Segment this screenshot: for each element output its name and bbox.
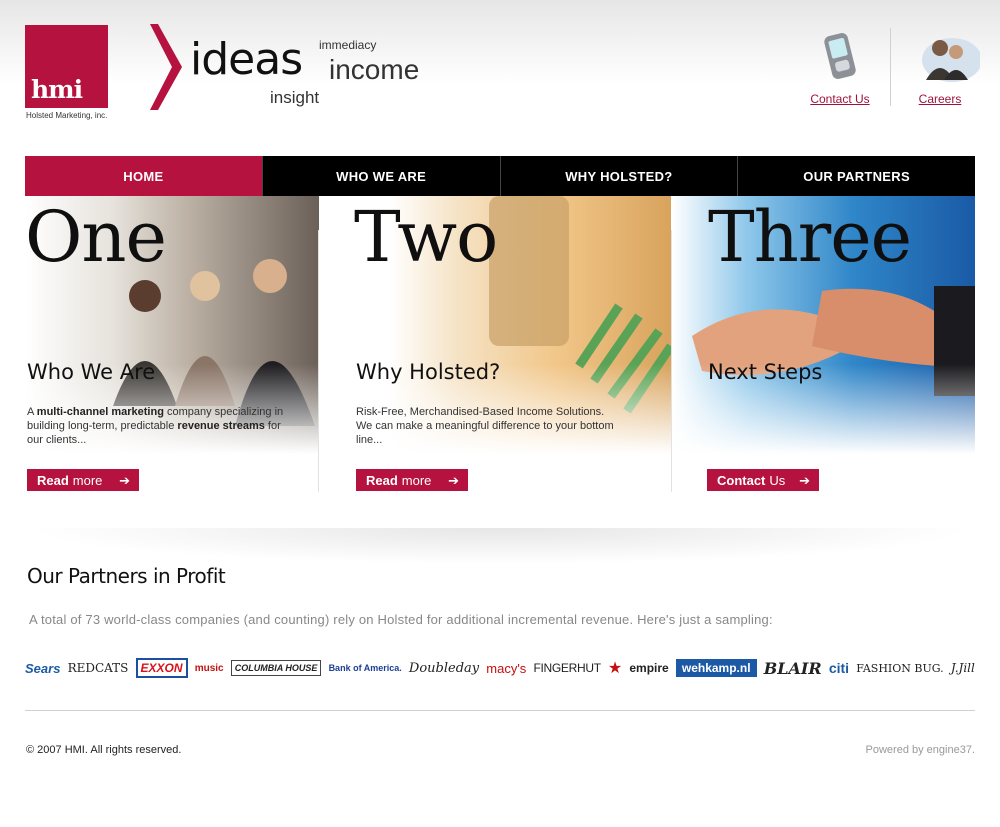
logo-macys: macy's: [486, 660, 527, 676]
logo-wehkamp: wehkamp.nl: [675, 659, 757, 677]
logo-fashion-bug: FASHION BUG.: [856, 661, 944, 675]
partners-intro: A total of 73 world-class companies (and…: [29, 612, 773, 627]
logo-music: music: [194, 662, 224, 674]
logo-blair: BLAIR: [763, 658, 822, 678]
chevron-graphic: [150, 24, 182, 110]
powered-by-link[interactable]: Powered by engine37.: [866, 744, 975, 756]
logo-fingerhut: FINGERHUT: [533, 661, 601, 675]
logo-citi: citi: [828, 660, 850, 676]
tagline-income: income: [329, 54, 420, 85]
panel-number: Three: [708, 196, 912, 278]
arrow-right-icon: ➔: [119, 473, 130, 488]
partner-logos: Sears REDCATS EXXON music COLUMBIA HOUSE…: [25, 650, 975, 686]
logo-columbia-house: COLUMBIA HOUSE: [230, 660, 322, 676]
panel-why-holsted: Two Why Holsted? Risk-Free, Merchandised…: [354, 196, 671, 496]
careers-utility: Careers: [900, 30, 982, 106]
logo-doubleday: Doubleday: [408, 660, 480, 676]
partners-heading: Our Partners in Profit: [27, 564, 226, 588]
read-more-button[interactable]: Read more ➔: [356, 469, 468, 491]
panel-who-we-are: One Who We Are A multi-channel marketing…: [25, 196, 319, 496]
header-divider: [890, 28, 891, 106]
tagline-immediacy: immediacy: [319, 38, 377, 52]
logo-bank-of-america: Bank of America.: [328, 663, 402, 673]
nav-item-our-partners[interactable]: OUR PARTNERS: [737, 156, 975, 196]
arrow-right-icon: ➔: [448, 473, 459, 488]
people-photo-icon[interactable]: [910, 30, 982, 84]
arrow-right-icon: ➔: [799, 473, 810, 488]
panel-description: A multi-channel marketing company specia…: [27, 406, 284, 446]
logo-empire: empire: [629, 661, 669, 675]
tagline-ideas: ideas: [190, 34, 303, 85]
logo-redcats: REDCATS: [67, 661, 129, 675]
footer-divider: [25, 710, 975, 711]
contact-utility: Contact Us: [800, 30, 880, 106]
nav-item-why-holsted[interactable]: WHY HOLSTED?: [499, 156, 738, 196]
logo-caption: Holsted Marketing, inc.: [26, 111, 108, 120]
read-more-button[interactable]: Read more ➔: [27, 469, 139, 491]
pda-phone-icon[interactable]: [810, 30, 870, 84]
site-header: hmi Holsted Marketing, inc. ideas immedi…: [0, 0, 1000, 140]
panel-next-steps: Three Next Steps Contact Us ➔: [672, 196, 975, 496]
panel-number: One: [25, 196, 167, 278]
panel-title: Who We Are: [27, 360, 156, 384]
panel-divider: [318, 230, 319, 492]
panel-title: Why Holsted?: [356, 360, 501, 384]
logo-exxon: EXXON: [135, 658, 188, 678]
nav-item-home[interactable]: HOME: [25, 156, 262, 196]
panel-description: Risk-Free, Merchandised-Based Income Sol…: [356, 406, 614, 446]
contact-us-button[interactable]: Contact Us ➔: [707, 469, 819, 491]
logo-sears: Sears: [25, 660, 61, 676]
section-shadow: [25, 528, 975, 564]
tagline-insight: insight: [270, 88, 320, 107]
logo-signature: J.Jill: [950, 661, 975, 675]
copyright-text: © 2007 HMI. All rights reserved.: [26, 744, 182, 756]
panel-title: Next Steps: [708, 360, 823, 384]
careers-link[interactable]: Careers: [900, 92, 980, 106]
contact-us-link[interactable]: Contact Us: [800, 92, 880, 106]
logo-star-icon: ★: [607, 660, 623, 677]
logo-text: hmi: [31, 75, 83, 104]
main-nav: HOME WHO WE ARE WHY HOLSTED? OUR PARTNER…: [25, 156, 975, 196]
hmi-logo[interactable]: hmi: [25, 25, 108, 108]
nav-item-who-we-are[interactable]: WHO WE ARE: [261, 156, 500, 196]
panel-number: Two: [354, 196, 498, 278]
